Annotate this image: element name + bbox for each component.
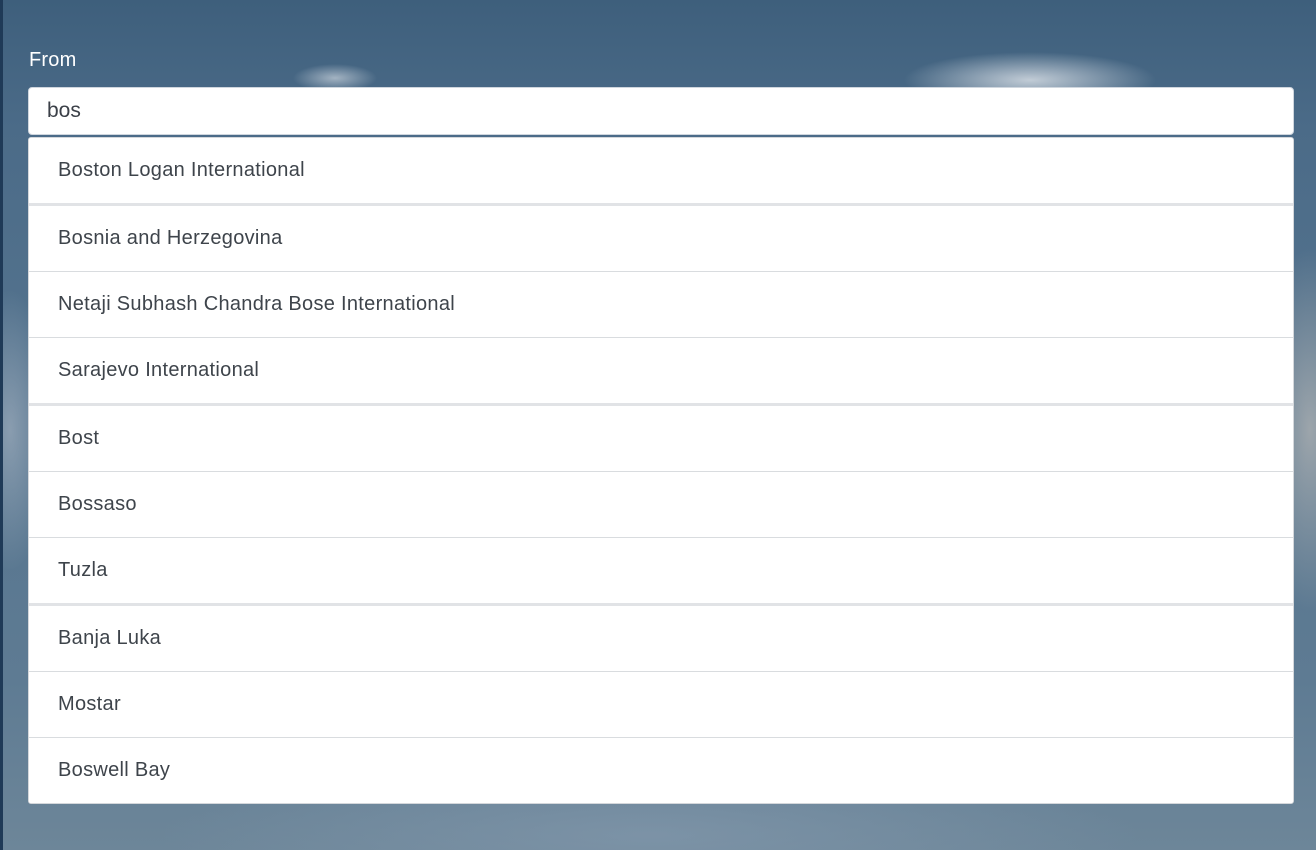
suggestions-dropdown: Boston Logan International Bosnia and He…: [28, 137, 1294, 804]
suggestion-option[interactable]: Banja Luka: [29, 606, 1293, 671]
suggestion-option[interactable]: Tuzla: [29, 538, 1293, 603]
background-edge: [0, 0, 3, 850]
suggestion-option[interactable]: Netaji Subhash Chandra Bose Internationa…: [29, 272, 1293, 337]
from-search-input[interactable]: [28, 87, 1294, 135]
suggestion-option[interactable]: Bost: [29, 406, 1293, 471]
suggestion-option[interactable]: Sarajevo International: [29, 338, 1293, 403]
suggestion-label: Bost: [58, 427, 100, 449]
suggestion-label: Bosnia and Herzegovina: [58, 227, 283, 249]
suggestion-label: Mostar: [58, 693, 121, 715]
suggestion-option[interactable]: Boswell Bay: [29, 738, 1293, 803]
from-label: From: [29, 49, 77, 71]
suggestion-option[interactable]: Boston Logan International: [29, 138, 1293, 203]
suggestion-label: Bossaso: [58, 493, 137, 515]
suggestion-label: Boston Logan International: [58, 159, 305, 181]
suggestion-label: Boswell Bay: [58, 759, 171, 781]
suggestion-label: Tuzla: [58, 559, 108, 581]
suggestion-label: Netaji Subhash Chandra Bose Internationa…: [58, 293, 455, 315]
suggestion-option[interactable]: Bossaso: [29, 472, 1293, 537]
suggestion-label: Banja Luka: [58, 627, 162, 649]
suggestion-option[interactable]: Mostar: [29, 672, 1293, 737]
suggestion-label: Sarajevo International: [58, 359, 260, 381]
suggestion-option[interactable]: Bosnia and Herzegovina: [29, 206, 1293, 271]
